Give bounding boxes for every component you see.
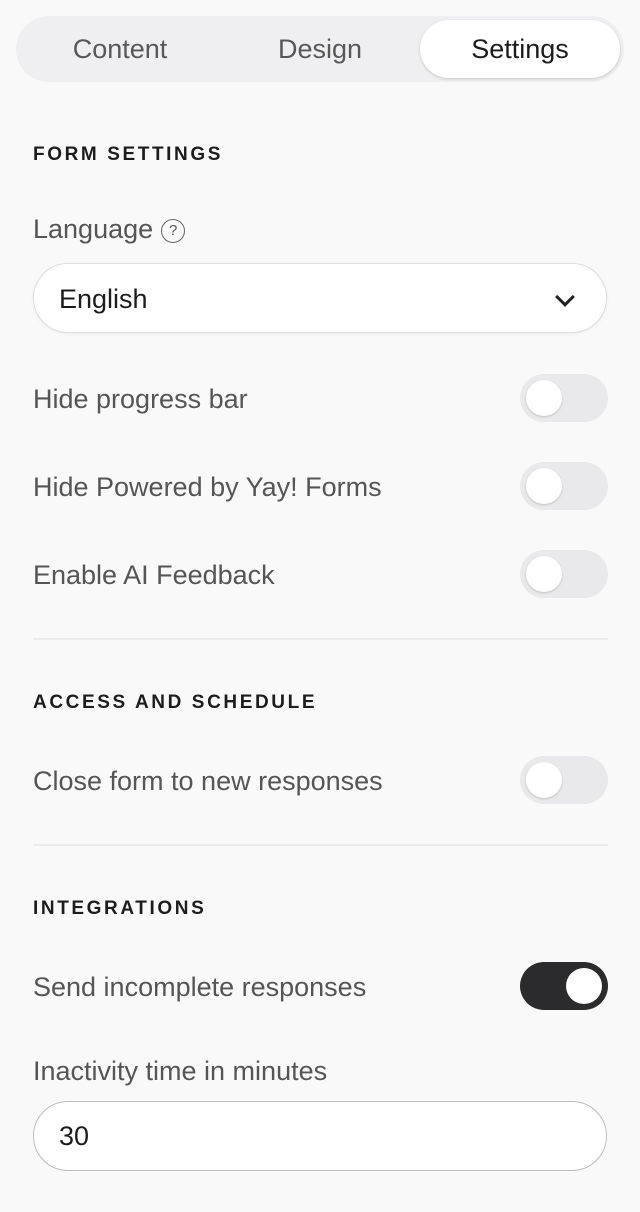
access-schedule-heading: ACCESS AND SCHEDULE	[33, 692, 318, 713]
toggle-knob	[566, 968, 602, 1004]
close-form-label: Close form to new responses	[33, 766, 383, 796]
hide-powered-by-label: Hide Powered by Yay! Forms	[33, 472, 382, 502]
language-label: Language	[33, 214, 154, 244]
section-divider	[33, 638, 608, 640]
form-settings-heading: FORM SETTINGS	[33, 144, 224, 165]
question-circle-icon[interactable]: ?	[161, 219, 186, 243]
send-incomplete-label: Send incomplete responses	[33, 972, 367, 1002]
inactivity-time-input[interactable]	[33, 1101, 607, 1171]
toggle-knob	[526, 762, 562, 798]
send-incomplete-toggle[interactable]	[520, 962, 608, 1010]
section-divider	[33, 844, 608, 846]
enable-ai-feedback-toggle[interactable]	[520, 550, 608, 598]
tab-content[interactable]: Content	[20, 20, 220, 78]
language-select[interactable]: English	[33, 263, 607, 333]
language-select-value: English	[59, 284, 148, 314]
toggle-knob	[526, 380, 562, 416]
inactivity-time-label: Inactivity time in minutes	[33, 1056, 328, 1086]
close-form-toggle[interactable]	[520, 756, 608, 804]
tab-bar: Content Design Settings	[16, 16, 624, 82]
tab-settings[interactable]: Settings	[420, 20, 620, 78]
enable-ai-feedback-label: Enable AI Feedback	[33, 560, 275, 590]
toggle-knob	[526, 556, 562, 592]
hide-progress-bar-label: Hide progress bar	[33, 384, 248, 414]
tab-design[interactable]: Design	[220, 20, 420, 78]
language-label-row: Language?	[33, 214, 186, 245]
integrations-heading: INTEGRATIONS	[33, 898, 207, 919]
hide-progress-bar-toggle[interactable]	[520, 374, 608, 422]
toggle-knob	[526, 468, 562, 504]
hide-powered-by-toggle[interactable]	[520, 462, 608, 510]
chevron-down-icon	[555, 287, 575, 307]
